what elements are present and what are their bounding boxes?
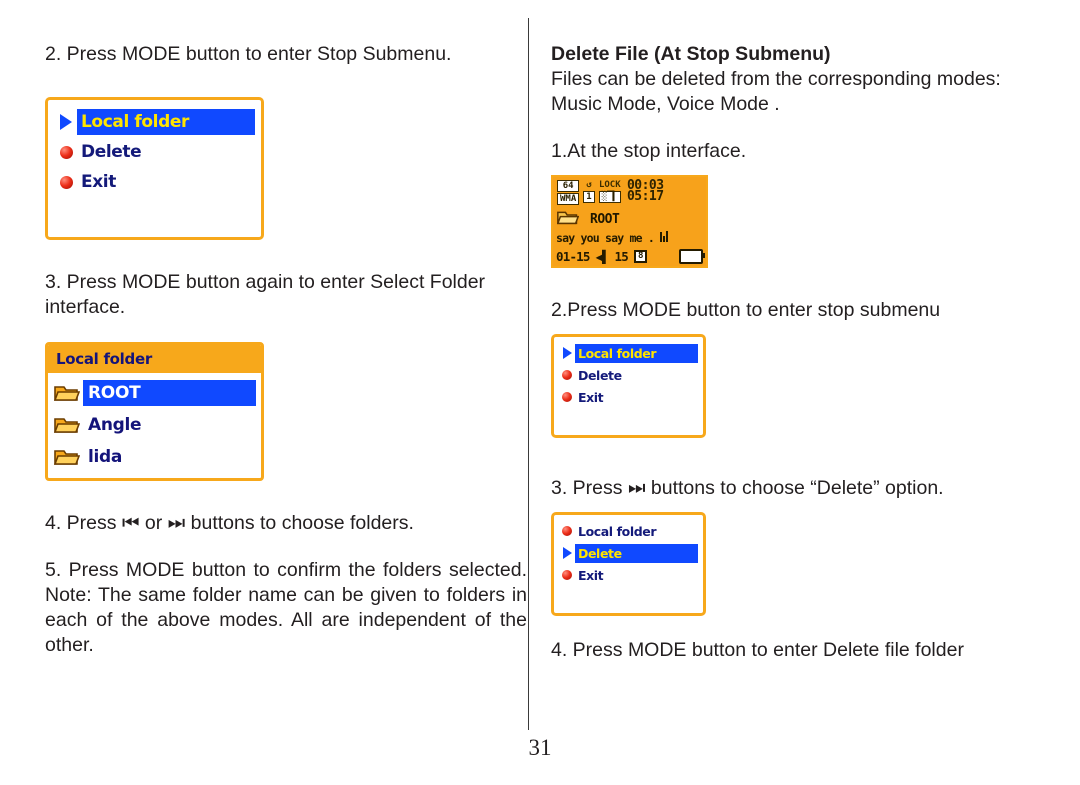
- menu-item-exit[interactable]: Exit: [554, 386, 703, 408]
- menu-list: Local folder Delete Exit: [554, 337, 703, 408]
- stop-interface-screen[interactable]: 64 WMA ↺ 1 LOCK ░▔▍ 00:03 05:17 ROOT say…: [551, 175, 708, 268]
- menu-item-label: Delete: [81, 142, 142, 162]
- cursor-triangle-icon: [55, 111, 77, 133]
- menu-list: Local folder Delete Exit: [554, 515, 703, 586]
- bullet-dot-icon: [559, 567, 575, 583]
- menu-item-label: Delete: [575, 543, 698, 563]
- folder-item-lida[interactable]: lida: [48, 441, 261, 473]
- menu-item-delete[interactable]: Delete: [48, 137, 261, 167]
- bitrate-value: 64: [557, 180, 580, 192]
- bullet-dot-icon: [559, 367, 575, 383]
- bullet-dot-icon: [55, 141, 77, 163]
- menu-item-label: Exit: [81, 172, 116, 192]
- repeat-badge: 1: [583, 191, 595, 203]
- menu-item-delete[interactable]: Delete: [554, 542, 703, 564]
- left-step-3-text: 3. Press MODE button again to enter Sele…: [45, 271, 486, 318]
- folder-list: ROOT Angle lida: [48, 373, 261, 478]
- menu-item-exit[interactable]: Exit: [554, 564, 703, 586]
- bullet-dot-icon: [559, 523, 575, 539]
- page-number: 31: [528, 735, 552, 760]
- folder-icon: [54, 447, 80, 467]
- repeat-one-icon: ↺: [586, 180, 592, 190]
- select-folder-title: Local folder: [48, 345, 261, 373]
- current-folder-name: ROOT: [590, 211, 620, 227]
- folder-item-label: Angle: [88, 415, 142, 435]
- stop-submenu-screen[interactable]: Local folder Delete Exit: [45, 97, 264, 240]
- right-step-1-text: 1.At the stop interface.: [551, 140, 747, 162]
- equalizer-icon: ░▔▍: [598, 191, 621, 203]
- folder-icon: [54, 383, 80, 403]
- left-step-2-text: 2. Press MODE button to enter Stop Subme…: [45, 43, 452, 65]
- folder-item-label: ROOT: [83, 380, 256, 406]
- manual-page: 2. Press MODE button to enter Stop Subme…: [0, 0, 1080, 785]
- eq-badge: 8: [633, 250, 647, 263]
- cursor-triangle-icon: [559, 545, 575, 561]
- select-folder-screen[interactable]: Local folder ROOT Angle lida: [45, 342, 264, 481]
- bullet-dot-icon: [55, 171, 77, 193]
- right-step-2-text: 2.Press MODE button to enter stop submen…: [551, 299, 941, 321]
- menu-item-exit[interactable]: Exit: [48, 167, 261, 197]
- folder-icon: [557, 209, 583, 229]
- lock-eq-indicator: LOCK ░▔▍: [598, 180, 621, 203]
- cursor-triangle-icon: [559, 345, 575, 361]
- track-number: 01-15: [556, 249, 590, 264]
- left-column: 2. Press MODE button to enter Stop Subme…: [45, 42, 527, 658]
- playing-bars-icon: [660, 230, 669, 242]
- status-bottom-bar: 01-15 ◀▌ 15 8: [556, 249, 705, 264]
- left-step-4-text: 4. Press ⏮ or ⏭ buttons to choose folder…: [45, 512, 414, 534]
- status-top-bar: 64 WMA ↺ 1 LOCK ░▔▍ 00:03 05:17: [553, 177, 706, 205]
- section-intro-text: Files can be deleted from the correspond…: [551, 68, 1001, 115]
- total-time: 05:17: [626, 189, 664, 204]
- folder-item-angle[interactable]: Angle: [48, 409, 261, 441]
- lock-label: LOCK: [598, 180, 621, 190]
- right-column: Delete File (At Stop Submenu) Files can …: [551, 42, 1033, 663]
- track-title-row: say you say me .: [556, 230, 669, 245]
- menu-item-label: Local folder: [575, 343, 698, 363]
- repeat-mode-indicator: ↺ 1: [583, 180, 595, 203]
- menu-item-local-folder[interactable]: Local folder: [554, 342, 703, 364]
- right-step-3-text: 3. Press ⏭ buttons to choose “Delete” op…: [551, 477, 944, 499]
- right-step-4-text: 4. Press MODE button to enter Delete fil…: [551, 639, 964, 661]
- menu-item-label: Exit: [578, 389, 604, 405]
- volume-level: 15: [614, 249, 629, 264]
- menu-item-local-folder[interactable]: Local folder: [48, 107, 261, 137]
- menu-item-label: Local folder: [578, 523, 657, 539]
- folder-item-label: lida: [88, 447, 123, 467]
- bullet-dot-icon: [559, 389, 575, 405]
- folder-item-root[interactable]: ROOT: [48, 377, 261, 409]
- menu-item-delete[interactable]: Delete: [554, 364, 703, 386]
- column-divider: [528, 18, 529, 730]
- track-title: say you say me .: [556, 231, 655, 245]
- menu-item-local-folder[interactable]: Local folder: [554, 520, 703, 542]
- battery-icon: [679, 249, 705, 264]
- menu-item-label: Exit: [578, 567, 604, 583]
- menu-item-label: Local folder: [77, 109, 255, 135]
- stop-submenu-screen-right[interactable]: Local folder Delete Exit: [551, 334, 706, 438]
- time-display: 00:03 05:17: [626, 179, 664, 204]
- volume-icon: ◀▌: [595, 249, 610, 264]
- delete-option-selected-screen[interactable]: Local folder Delete Exit: [551, 512, 706, 616]
- section-heading: Delete File (At Stop Submenu): [551, 43, 831, 65]
- menu-list: Local folder Delete Exit: [48, 100, 261, 197]
- format-value: WMA: [557, 193, 580, 205]
- menu-item-label: Delete: [578, 367, 622, 383]
- bitrate-format-indicator: 64 WMA: [557, 180, 580, 205]
- left-step-5-text: 5. Press MODE button to confirm the fold…: [45, 559, 527, 656]
- folder-icon: [54, 415, 80, 435]
- current-folder-row: ROOT: [553, 205, 706, 229]
